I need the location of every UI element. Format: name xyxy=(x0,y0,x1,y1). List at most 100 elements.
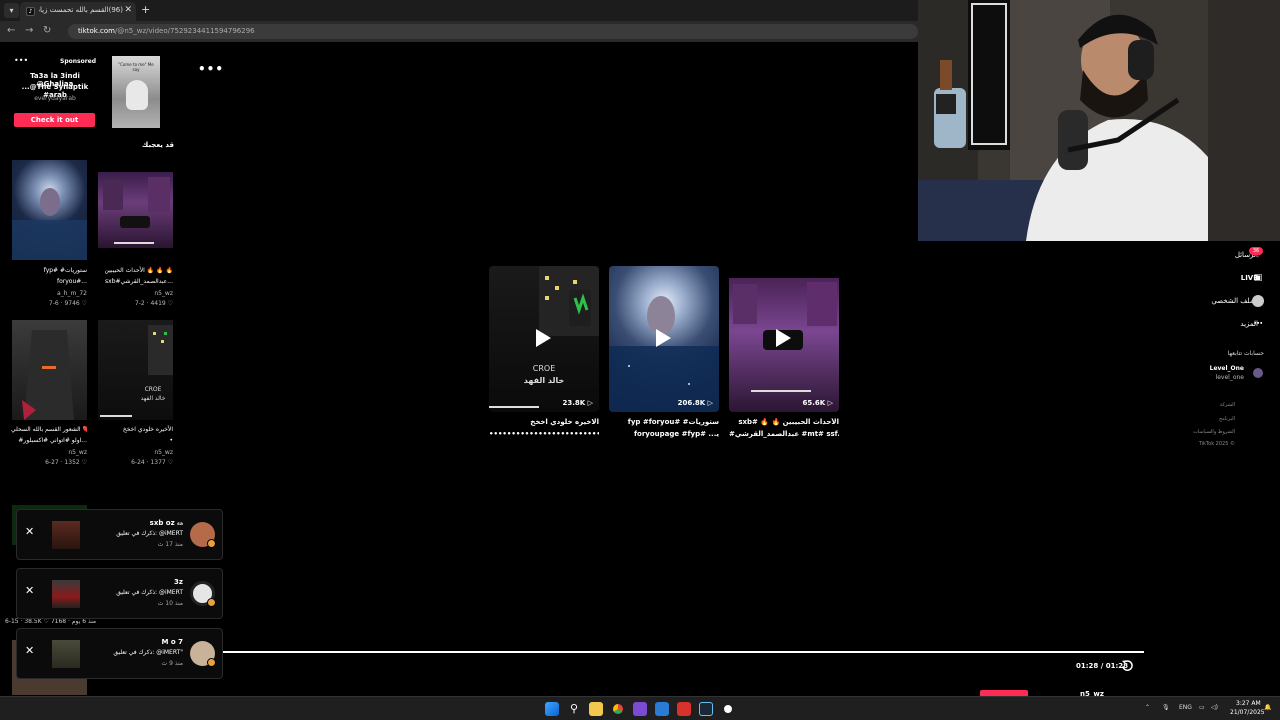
footer-copyright: TikTok 2025 © xyxy=(1198,441,1235,447)
rec-title[interactable]: الأخيره خلودي اخخخ xyxy=(97,424,173,435)
notification-text: ذكرك في تعليق: @iMERT" xyxy=(113,649,183,656)
rec-meta: 6-27 · 1352 ♡ xyxy=(45,459,87,466)
rec-meta: 6-24 · 1377 ♡ xyxy=(131,459,173,466)
tab-close-icon[interactable]: ✕ xyxy=(124,5,132,15)
back-icon[interactable]: ← xyxy=(7,25,15,36)
search-icon[interactable]: ⚲ xyxy=(567,702,581,716)
rec-video-thumb[interactable] xyxy=(12,320,87,420)
screen: ▾ ♪ (96)القسم بالله تحمست زيادة من ✕ + ←… xyxy=(0,0,1280,720)
rec-video-thumb[interactable]: CROE خالد الفهد xyxy=(98,320,173,420)
obs-icon[interactable] xyxy=(721,702,735,716)
thumb-name-text: خالد الفهد xyxy=(523,376,565,385)
notification-video-thumb xyxy=(52,521,80,549)
check-it-out-button[interactable]: Check it out xyxy=(14,113,95,127)
address-bar[interactable]: tiktok.com/@n5_wz/video/7529234411594796… xyxy=(68,24,918,39)
ad-more-icon[interactable]: ••• xyxy=(14,56,28,65)
clock-time[interactable]: 3:27 AM xyxy=(1236,700,1261,707)
nav-profile[interactable]: الملف الشخصي xyxy=(1211,297,1258,305)
windows-start-icon[interactable] xyxy=(545,702,559,716)
file-explorer-icon[interactable] xyxy=(589,702,603,716)
following-handle[interactable]: level_one xyxy=(1216,374,1244,381)
notification-video-thumb xyxy=(52,640,80,668)
following-name[interactable]: Level_One xyxy=(1210,365,1244,372)
thumb-croe-text: CROE xyxy=(144,386,162,393)
mention-notification[interactable]: ✕ 3z ذكرك في تعليق: @iMERT منذ 10 ث xyxy=(16,568,223,619)
tray-chevron-icon[interactable]: ⌃ xyxy=(1145,704,1150,711)
windows-taskbar: ⚲ ⌃ 🎙 ENG ▭ ◁) 3:27 AM 21/07/2025 🔔 xyxy=(0,696,1280,720)
notification-text: ذكرك في تعليق: @iMERT xyxy=(116,589,183,596)
notification-text: ذكرك في تعليق: @iMERT xyxy=(116,530,183,537)
rec-title-line2: #اولو #اتواني #اكسبلور... xyxy=(18,437,87,444)
notification-video-thumb xyxy=(52,580,80,608)
close-icon[interactable]: ✕ xyxy=(25,644,34,657)
app-red-icon[interactable] xyxy=(677,702,691,716)
close-icon[interactable]: ✕ xyxy=(25,584,34,597)
network-icon[interactable]: ▭ xyxy=(1199,704,1205,711)
ad-thumbnail[interactable]: "Come to me" Me say xyxy=(112,56,160,128)
notification-user: sxb oz ₛₐ xyxy=(149,519,183,527)
rec-title[interactable]: fyp# #ستوريات xyxy=(11,265,87,276)
forward-icon[interactable]: → xyxy=(25,25,33,36)
live-icon[interactable]: ▣ xyxy=(1252,272,1264,284)
ad-thumb-caption: "Come to me" Me say xyxy=(118,62,154,72)
video-card[interactable]: CROE خالد الفهد 23.8K ▷ xyxy=(489,266,599,412)
notifications-icon[interactable]: 🔔 xyxy=(1264,704,1271,711)
browser-tab[interactable]: ♪ (96)القسم بالله تحمست زيادة من ✕ xyxy=(20,2,136,21)
volume-icon[interactable]: ◁) xyxy=(1211,704,1218,711)
thumb-name-text: خالد الفهد xyxy=(140,395,166,402)
tab-search-icon[interactable]: ▾ xyxy=(4,3,19,18)
app-icon[interactable] xyxy=(633,702,647,716)
more-icon[interactable]: ⋯ xyxy=(1252,318,1264,330)
ad-person-image xyxy=(126,80,148,110)
rec-title-line2: sxb#عبدالصمد_القرشي... xyxy=(105,278,173,285)
microphone-icon[interactable]: 🎙 xyxy=(1162,704,1170,711)
mention-notification[interactable]: ✕ M o 7 ذكرك في تعليق: @iMERT" منذ 9 ث xyxy=(16,628,223,679)
play-icon[interactable] xyxy=(656,329,671,347)
rec-title[interactable]: الشعور القسم بالله السحلي ❤️ xyxy=(11,424,87,435)
notification-user: M o 7 xyxy=(161,638,183,646)
play-icon[interactable] xyxy=(776,329,791,347)
rec-video-thumb[interactable] xyxy=(98,172,173,248)
steam-icon[interactable] xyxy=(699,702,713,716)
play-icon[interactable] xyxy=(536,329,551,347)
rec-meta: 6-15 · 38.5K ♡ 7168 · منذ 6 يوم xyxy=(5,618,97,625)
footer-company-link[interactable]: الشركة xyxy=(1220,402,1235,408)
thumb-croe-text: CROE xyxy=(532,364,556,373)
video-card[interactable]: 65.6K ▷ xyxy=(729,266,839,412)
rec-title-line2: • xyxy=(169,437,173,444)
video-card[interactable]: 206.8K ▷ xyxy=(609,266,719,412)
footer-program-link[interactable]: البرنامج xyxy=(1219,416,1235,422)
close-icon[interactable]: ✕ xyxy=(25,525,34,538)
webcam-overlay xyxy=(918,0,1280,241)
footer-terms-link[interactable]: الشروط والسياسات xyxy=(1193,429,1235,435)
tab-title: (96)القسم بالله تحمست زيادة من xyxy=(39,6,123,14)
notification-badge-icon xyxy=(207,658,216,667)
profile-avatar-icon[interactable] xyxy=(1252,295,1264,307)
rec-meta: 7-2 · 4419 ♡ xyxy=(134,300,173,307)
clock-date[interactable]: 21/07/2025 xyxy=(1230,709,1265,716)
new-tab-icon[interactable]: + xyxy=(141,3,150,16)
language-indicator[interactable]: ENG xyxy=(1179,704,1192,711)
outlook-icon[interactable] xyxy=(655,702,669,716)
video-caption[interactable]: sxb# 🔥 🔥 الأحداث الحبيبين xyxy=(729,418,839,426)
following-avatar[interactable] xyxy=(1253,368,1263,378)
video-progress-bar[interactable] xyxy=(223,651,1144,653)
rec-title-line2: foryou#... xyxy=(56,278,87,285)
sponsored-label: Sponsored xyxy=(60,58,97,65)
you-may-like-heading: قد يعجبك xyxy=(141,141,174,149)
following-heading: حسابات تتابعها xyxy=(1227,350,1264,357)
browser-toolbar: ← → ↻ tiktok.com/@n5_wz/video/7529234411… xyxy=(0,21,918,42)
tiktok-favicon-icon: ♪ xyxy=(26,7,35,16)
rec-video-thumb[interactable] xyxy=(12,160,87,260)
replay-icon[interactable] xyxy=(1121,659,1134,672)
view-count: 65.6K ▷ xyxy=(802,399,833,407)
rec-title[interactable]: الأحداث الحبيبين 🔥 🔥 🔥 xyxy=(97,265,174,276)
more-options-icon[interactable]: ••• xyxy=(198,62,224,76)
video-caption-line2: foryoupage #fyp# ...ﯾ xyxy=(634,430,719,438)
notification-badge-icon xyxy=(207,539,216,548)
mention-notification[interactable]: ✕ sxb oz ₛₐ ذكرك في تعليق: @iMERT منذ 17… xyxy=(16,509,223,560)
chrome-icon[interactable] xyxy=(611,702,625,716)
video-caption[interactable]: الاخيره خلودي اخخخ xyxy=(489,418,599,426)
video-caption[interactable]: fyp #foryou# #ستوريات xyxy=(609,418,719,426)
reload-icon[interactable]: ↻ xyxy=(43,25,51,36)
